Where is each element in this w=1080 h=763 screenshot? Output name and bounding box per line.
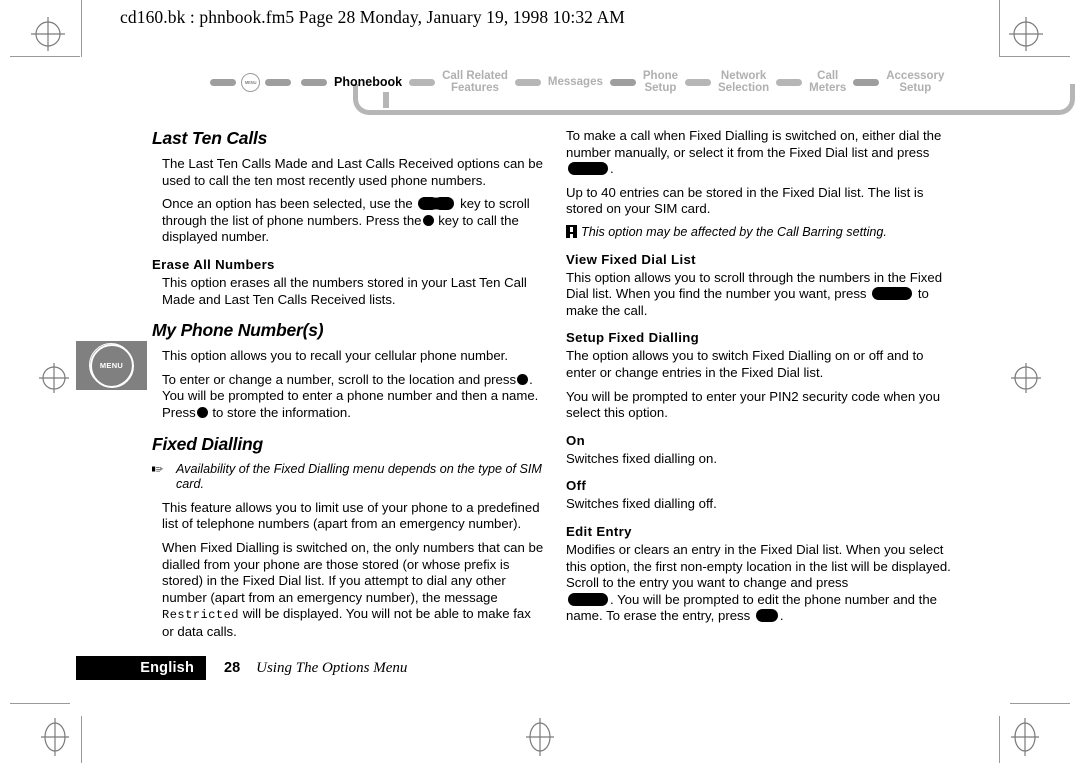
paragraph-last-ten-scroll: Once an option has been selected, use th… <box>162 195 544 246</box>
text-fragment: to store the information. <box>212 404 351 420</box>
subheading-setup-fixed-dialling: Setup Fixed Dialling <box>566 330 700 346</box>
heading-my-phone-numbers: My Phone Number(s) <box>152 320 324 341</box>
subheading-off: Off <box>566 478 587 494</box>
breadcrumb-item-network-selection[interactable]: Network Selection <box>716 70 771 95</box>
trim-line-top-left-vertical <box>81 0 82 57</box>
text-fragment: . You will be prompted to edit the phone… <box>566 591 937 624</box>
paragraph-setup-fixed-dialling: The option allows you to switch Fixed Di… <box>566 348 924 380</box>
note-fixed-dialling-availability: Availability of the Fixed Dialling menu … <box>152 462 544 493</box>
breadcrumb: MENU Phonebook Call Related Features Mess… <box>205 62 1075 117</box>
scroll-key-icon <box>418 195 455 213</box>
trim-line-top-right-horizontal <box>1000 56 1070 57</box>
registration-mark-top-right <box>1004 12 1048 56</box>
text-fragment: This option may be affected by the Call … <box>581 224 887 239</box>
subheading-erase-all-numbers: Erase All Numbers <box>152 256 275 272</box>
send-key-icon <box>568 592 608 606</box>
paragraph-fixed-dialling-feature: This feature allows you to limit use of … <box>162 499 540 532</box>
breadcrumb-connector <box>514 78 541 86</box>
menu-margin-icon: MENU <box>76 341 147 390</box>
paragraph-my-phone-enter: To enter or change a number, scroll to t… <box>162 372 544 422</box>
text-fragment: Once an option has been selected, use th… <box>162 196 413 212</box>
breadcrumb-item-messages[interactable]: Messages <box>546 76 605 89</box>
text-fragment: . <box>610 161 614 177</box>
restricted-message-text: Restricted <box>162 608 240 623</box>
page-header: cd160.bk : phnbook.fm5 Page 28 Monday, J… <box>120 7 625 27</box>
subheading-on: On <box>566 432 586 448</box>
text-fragment: . <box>779 608 784 624</box>
paragraph-erase-all-numbers: This option erases all the numbers store… <box>162 274 527 307</box>
registration-mark-bottom-left <box>36 712 74 762</box>
registration-mark-bottom-right <box>1006 712 1044 762</box>
breadcrumb-connector <box>853 78 880 86</box>
breadcrumb-connector <box>210 78 236 86</box>
paragraph-switch-off: Switches fixed dialling off. <box>566 496 717 512</box>
trim-line-top-right-vertical <box>999 0 1000 57</box>
paragraph-view-fixed-dial-list: This option allows you to scroll through… <box>566 270 956 320</box>
breadcrumb-connector <box>609 78 636 86</box>
trim-line-bottom-left-horizontal <box>10 703 70 704</box>
registration-mark-mid-right <box>1006 358 1046 398</box>
breadcrumb-connector <box>265 78 291 86</box>
breadcrumb-item-phonebook[interactable]: Phonebook <box>332 76 404 89</box>
paragraph-switch-on: Switches fixed dialling on. <box>566 450 718 466</box>
text-fragment: To make a call when Fixed Dialling is sw… <box>566 128 942 160</box>
breadcrumb-connector <box>776 78 803 86</box>
heading-fixed-dialling: Fixed Dialling <box>152 433 263 454</box>
select-key-icon <box>517 373 529 385</box>
page-footer: English 28 Using The Options Menu <box>76 656 407 680</box>
trim-line-bottom-right-vertical <box>999 716 1000 763</box>
paragraph-my-phone-intro: This option allows you to recall your ce… <box>162 348 508 364</box>
paragraph-pin2-prompt: You will be prompted to enter your PIN2 … <box>566 388 941 421</box>
clear-key-icon <box>755 609 778 623</box>
paragraph-last-ten-intro: The Last Ten Calls Made and Last Calls R… <box>162 156 543 188</box>
breadcrumb-connector <box>685 78 712 86</box>
breadcrumb-connector <box>409 78 436 86</box>
store-key-icon <box>196 406 208 418</box>
trim-line-top-left-horizontal <box>10 56 80 57</box>
footer-section-title: Using The Options Menu <box>256 659 408 676</box>
text-fragment: Modifies or clears an entry in the Fixed… <box>566 541 951 591</box>
send-key-icon <box>422 214 434 226</box>
paragraph-fixed-dial-capacity: Up to 40 entries can be stored in the Fi… <box>566 184 924 217</box>
paragraph-edit-entry: Modifies or clears an entry in the Fixed… <box>566 542 956 625</box>
registration-mark-mid-left <box>34 358 74 398</box>
menu-key-icon: MENU <box>241 72 260 92</box>
right-column: To make a call when Fixed Dialling is sw… <box>566 128 956 632</box>
language-badge: English <box>76 656 206 680</box>
note-call-barring: This option may be affected by the Call … <box>566 224 956 241</box>
trim-line-bottom-right-horizontal <box>1010 703 1070 704</box>
send-key-icon <box>872 287 913 301</box>
registration-mark-bottom-center <box>521 712 559 762</box>
text-fragment: To enter or change a number, scroll to t… <box>162 371 517 387</box>
send-key-icon <box>568 162 608 176</box>
paragraph-fixed-dialling-restricted: When Fixed Dialling is switched on, the … <box>162 540 544 641</box>
subheading-view-fixed-dial-list: View Fixed Dial List <box>566 251 696 267</box>
breadcrumb-item-accessory-setup[interactable]: Accessory Setup <box>884 70 946 95</box>
menu-margin-icon-label: MENU <box>99 361 124 370</box>
warning-icon <box>566 224 577 238</box>
registration-mark-top-left <box>26 12 70 56</box>
text-fragment: When Fixed Dialling is switched on, the … <box>162 539 544 605</box>
text-fragment: Availability of the Fixed Dialling menu … <box>176 461 542 492</box>
paragraph-make-call-fixed-dialling: To make a call when Fixed Dialling is sw… <box>566 128 956 178</box>
left-column: Last Ten Calls The Last Ten Calls Made a… <box>152 128 544 647</box>
breadcrumb-connector <box>301 78 327 86</box>
trim-line-bottom-left-vertical <box>81 716 82 763</box>
subheading-edit-entry: Edit Entry <box>566 523 632 539</box>
breadcrumb-item-call-related-features[interactable]: Call Related Features <box>440 70 510 95</box>
heading-last-ten-calls: Last Ten Calls <box>152 128 268 148</box>
breadcrumb-item-call-meters[interactable]: Call Meters <box>807 70 848 95</box>
breadcrumb-item-phone-setup[interactable]: Phone Setup <box>641 70 680 95</box>
pointing-hand-icon <box>152 463 176 473</box>
page-number: 28 <box>224 660 241 676</box>
language-label: English <box>140 660 194 676</box>
